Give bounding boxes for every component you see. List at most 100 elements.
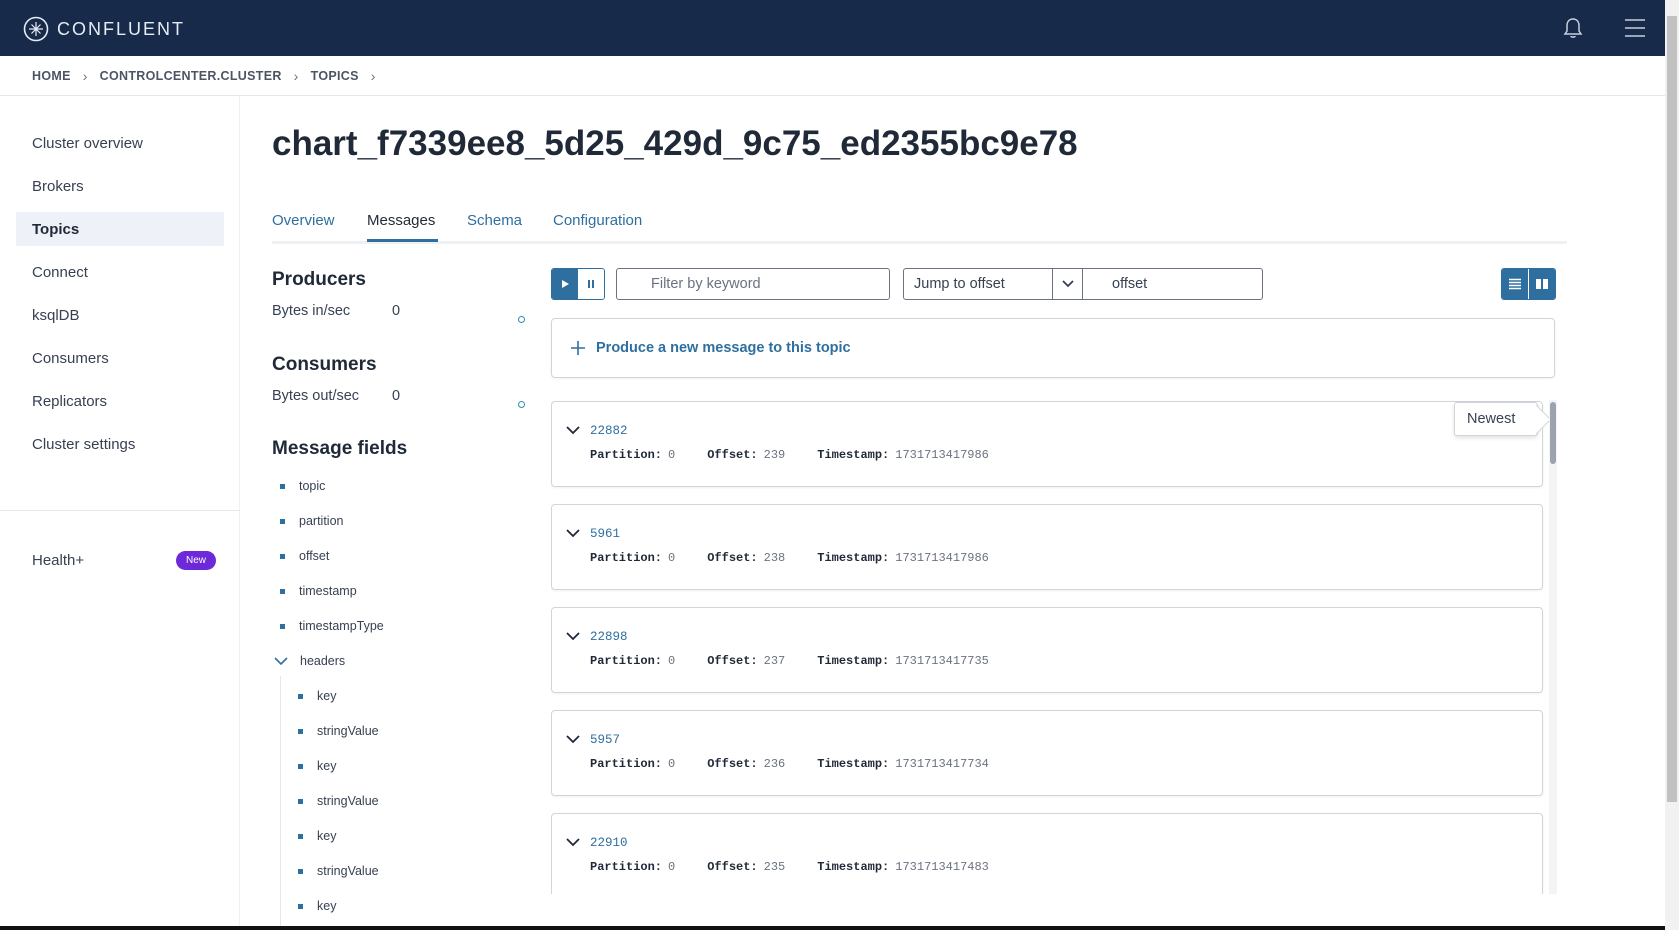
confluent-logo[interactable]: CONFLUENT	[23, 16, 185, 42]
confluent-logo-icon	[23, 16, 49, 42]
offset-value: 239	[763, 448, 786, 462]
jump-to-offset-label: Jump to offset	[914, 276, 1005, 292]
jump-to-offset-select[interactable]: Jump to offset	[903, 268, 1083, 300]
pause-button[interactable]	[578, 269, 604, 299]
chevron-down-icon[interactable]	[566, 837, 580, 847]
offset-input[interactable]	[1082, 268, 1263, 300]
tab-configuration[interactable]: Configuration	[553, 212, 642, 229]
field-label: offset	[299, 549, 330, 563]
sidebar-item-connect[interactable]: Connect	[16, 255, 224, 289]
message-fields-heading: Message fields	[272, 438, 408, 459]
breadcrumb-topics[interactable]: TOPICS	[311, 69, 359, 83]
message-list-scroll-thumb[interactable]	[1550, 402, 1556, 464]
sidebar-item-health[interactable]: Health+ New	[16, 543, 224, 577]
bullet-icon	[298, 903, 303, 909]
header-field-string-value[interactable]: stringValue	[298, 794, 379, 808]
header-field-key[interactable]: key	[298, 829, 336, 843]
consumers-sparkline	[518, 401, 525, 408]
field-partition[interactable]: partition	[280, 514, 343, 528]
field-timestamp[interactable]: timestamp	[280, 584, 357, 598]
offset-label: Offset:	[707, 757, 758, 771]
timestamp-label: Timestamp:	[817, 551, 890, 565]
timestamp-label: Timestamp:	[817, 860, 890, 874]
produce-message-label: Produce a new message to this topic	[596, 340, 851, 356]
message-card[interactable]: 22898 Partition: 0 Offset: 237 Timestamp: 1…	[551, 607, 1543, 693]
card-view-button[interactable]	[1528, 269, 1555, 299]
header-field-key[interactable]: key	[298, 759, 336, 773]
sidebar-item-cluster-overview[interactable]: Cluster overview	[16, 126, 224, 160]
field-label: headers	[300, 654, 346, 668]
chevron-down-icon[interactable]	[566, 528, 580, 538]
message-card[interactable]: 22910 Partition: 0 Offset: 235 Timestamp: 1…	[551, 813, 1543, 894]
timestamp-label: Timestamp:	[817, 654, 890, 668]
sidebar-item-cluster-settings[interactable]: Cluster settings	[16, 427, 224, 461]
partition-label: Partition:	[590, 654, 663, 668]
message-meta: Partition: 0 Offset: 235 Timestamp: 1731713…	[590, 860, 1021, 874]
field-label: key	[317, 899, 337, 913]
field-label: stringValue	[317, 794, 379, 808]
partition-value: 0	[668, 757, 676, 771]
message-card[interactable]: 5957 Partition: 0 Offset: 236 Timestamp: 17…	[551, 710, 1543, 796]
sidebar-item-consumers[interactable]: Consumers	[16, 341, 224, 375]
header-field-string-value[interactable]: stringValue	[298, 864, 379, 878]
field-label: stringValue	[317, 724, 379, 738]
bytes-out-value: 0	[392, 388, 401, 404]
chevron-down-icon[interactable]	[566, 631, 580, 641]
filter-keyword-input[interactable]	[616, 268, 890, 300]
header-field-key[interactable]: key	[298, 899, 336, 913]
logo-text: CONFLUENT	[57, 18, 186, 39]
field-label: key	[317, 689, 337, 703]
tab-schema[interactable]: Schema	[467, 212, 522, 229]
field-topic[interactable]: topic	[280, 479, 325, 493]
tab-messages[interactable]: Messages	[367, 212, 435, 229]
message-list-scrollbar[interactable]	[1549, 400, 1557, 894]
sidebar-item-topics[interactable]: Topics	[16, 212, 224, 246]
field-label: key	[317, 829, 337, 843]
produce-message-button[interactable]: Produce a new message to this topic	[551, 318, 1555, 378]
sidebar-item-replicators[interactable]: Replicators	[16, 384, 224, 418]
plus-icon	[571, 341, 585, 355]
breadcrumb-home[interactable]: HOME	[32, 69, 71, 83]
play-button[interactable]	[552, 269, 578, 299]
message-meta: Partition: 0 Offset: 236 Timestamp: 1731713…	[590, 757, 1021, 771]
newest-tooltip[interactable]: Newest	[1454, 402, 1538, 436]
timestamp-value: 1731713417986	[895, 551, 989, 565]
message-key[interactable]: 5961	[590, 527, 620, 541]
field-timestamp-type[interactable]: timestampType	[280, 619, 384, 633]
header-field-string-value[interactable]: stringValue	[298, 724, 379, 738]
header-field-key[interactable]: key	[298, 689, 336, 703]
sidebar-item-ksqldb[interactable]: ksqlDB	[16, 298, 224, 332]
page-title: chart_f7339ee8_5d25_429d_9c75_ed2355bc9e…	[272, 124, 1078, 163]
message-key[interactable]: 22882	[590, 424, 628, 438]
sidebar-item-brokers[interactable]: Brokers	[16, 169, 224, 203]
notifications-bell-icon[interactable]	[1563, 17, 1583, 44]
bullet-icon	[280, 588, 285, 594]
message-key[interactable]: 22910	[590, 836, 628, 850]
bytes-out-label: Bytes out/sec	[272, 388, 360, 404]
tab-overview[interactable]: Overview	[272, 212, 335, 229]
message-list: 22882 Partition: 0 Offset: 239 Timestamp: 1…	[551, 400, 1561, 894]
bullet-icon	[280, 518, 285, 524]
sidebar-divider	[0, 510, 240, 511]
play-icon	[562, 280, 569, 288]
chevron-right-icon: ›	[82, 67, 88, 84]
message-key[interactable]: 5957	[590, 733, 620, 747]
list-view-button[interactable]	[1502, 269, 1529, 299]
field-label: partition	[299, 514, 344, 528]
offset-label: Offset:	[707, 860, 758, 874]
message-card[interactable]: 5961 Partition: 0 Offset: 238 Timestamp: 17…	[551, 504, 1543, 590]
field-label: key	[317, 759, 337, 773]
page-scroll-thumb[interactable]	[1667, 16, 1677, 802]
message-card[interactable]: 22882 Partition: 0 Offset: 239 Timestamp: 1…	[551, 401, 1543, 487]
message-key[interactable]: 22898	[590, 630, 628, 644]
field-offset[interactable]: offset	[280, 549, 329, 563]
breadcrumb-cluster[interactable]: CONTROLCENTER.CLUSTER	[100, 69, 282, 83]
chevron-down-icon[interactable]	[566, 734, 580, 744]
hamburger-menu-icon[interactable]	[1624, 17, 1646, 44]
bullet-icon	[298, 868, 303, 874]
bullet-icon	[298, 693, 303, 699]
field-headers[interactable]: headers	[274, 654, 345, 668]
view-toggle-group	[1501, 268, 1556, 300]
chevron-down-icon[interactable]	[566, 425, 580, 435]
producers-sparkline	[518, 316, 525, 323]
